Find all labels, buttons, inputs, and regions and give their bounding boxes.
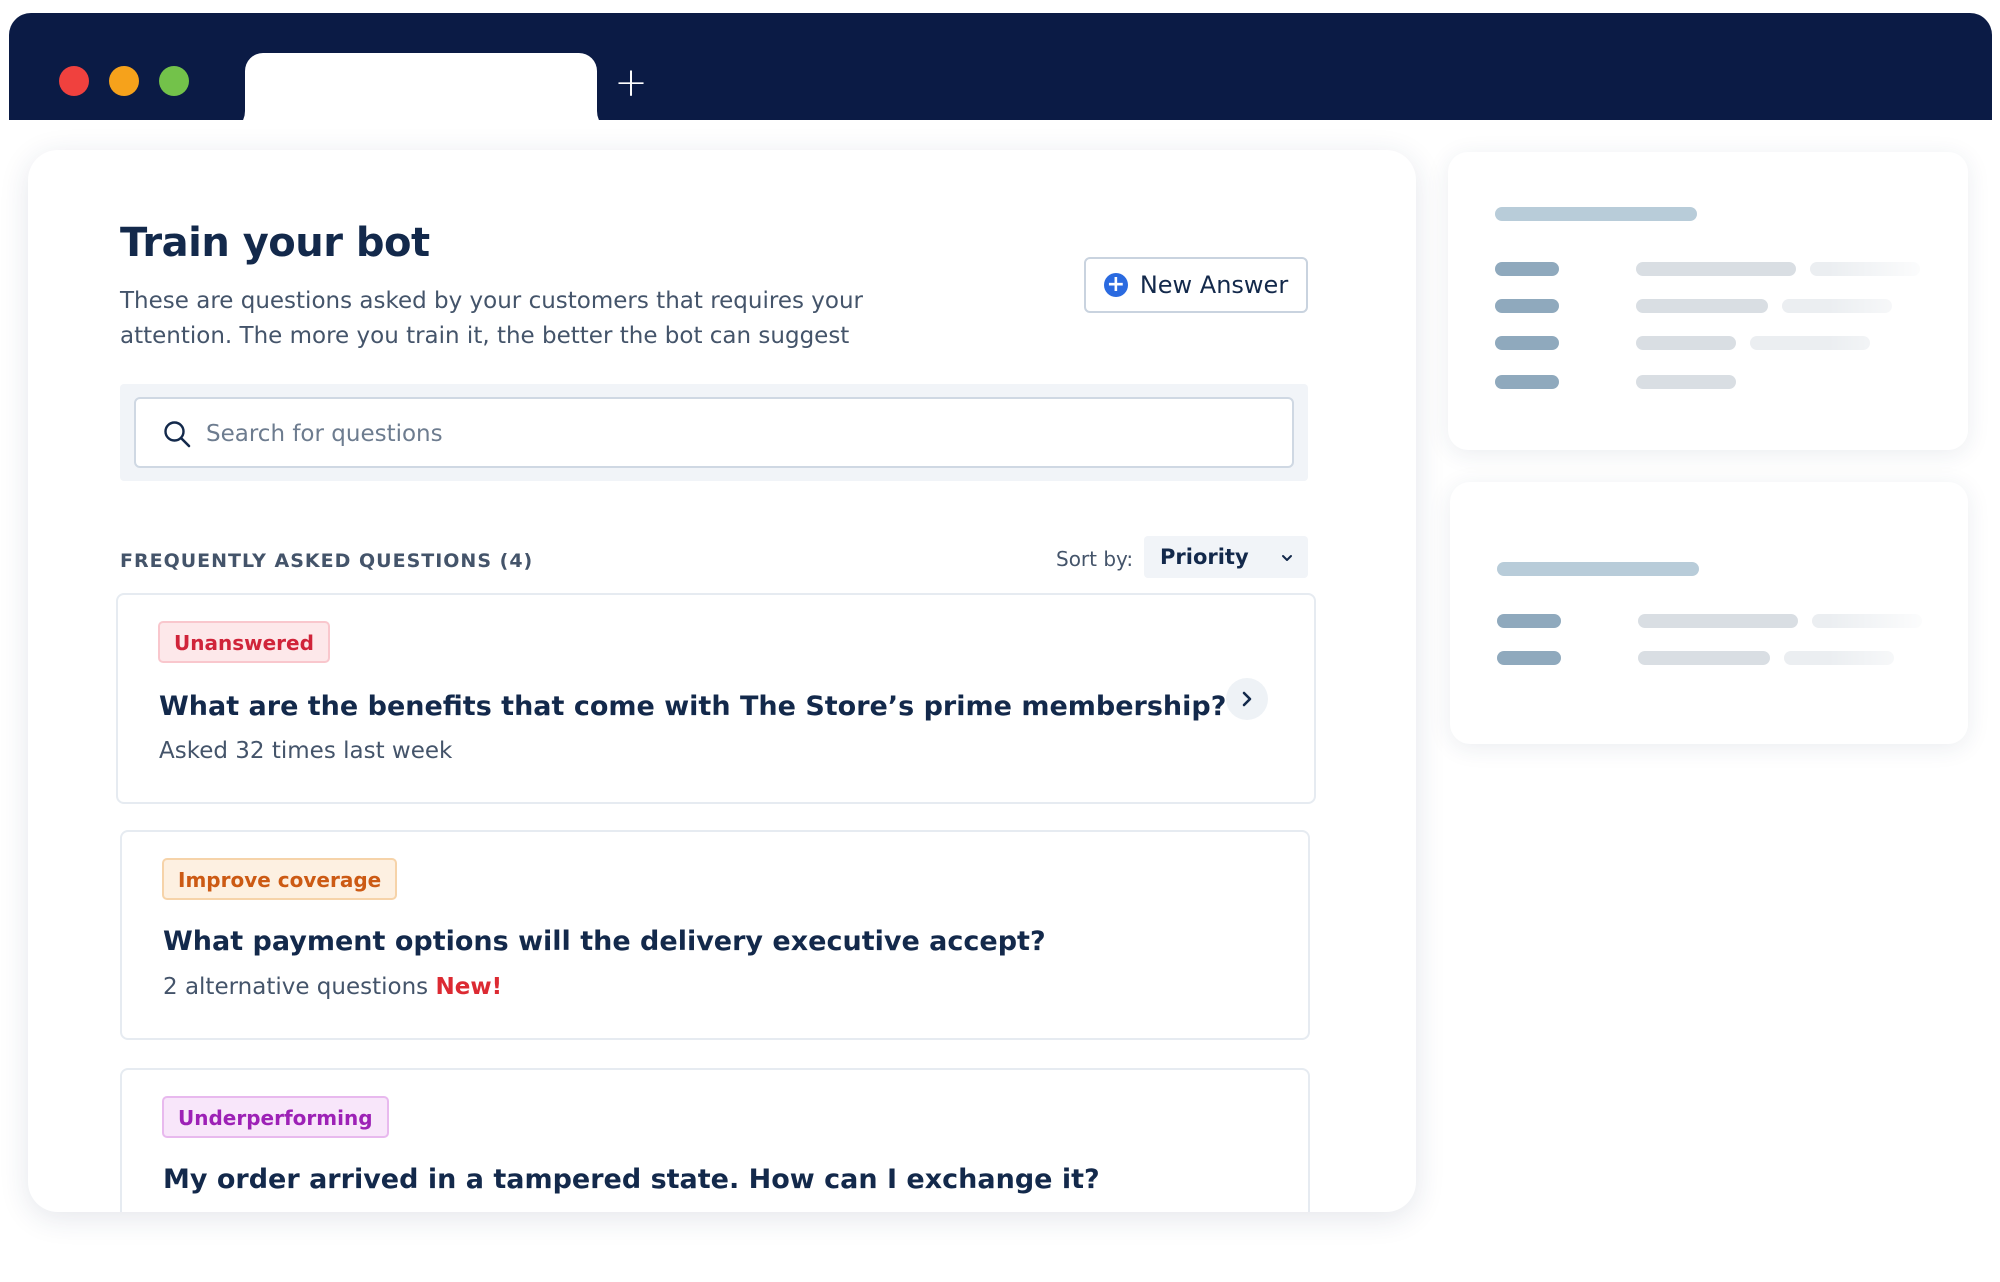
fade-overlay: [1828, 152, 1968, 450]
question-meta: 2 alternative questions New!: [163, 974, 502, 1000]
minimize-window-button[interactable]: [109, 66, 139, 96]
maximize-window-button[interactable]: [159, 66, 189, 96]
skeleton-value: [1638, 614, 1798, 628]
skeleton-value: [1636, 262, 1796, 276]
status-badge: Underperforming: [162, 1096, 389, 1138]
question-title: What payment options will the delivery e…: [163, 926, 1046, 957]
skeleton-value: [1636, 375, 1736, 389]
browser-tab-active[interactable]: [245, 53, 597, 133]
skeleton-heading: [1497, 562, 1699, 576]
alternative-questions-count: 2 alternative questions: [163, 974, 429, 1000]
new-answer-button[interactable]: + New Answer: [1084, 257, 1308, 313]
browser-titlebar: +: [9, 13, 1992, 133]
page-description: These are questions asked by your custom…: [120, 288, 863, 349]
skeleton-panel-top: [1448, 152, 1968, 450]
status-badge: Improve coverage: [162, 858, 398, 900]
new-answer-label: New Answer: [1139, 271, 1289, 299]
skeleton-heading: [1495, 207, 1697, 221]
fade-overlay: [1828, 482, 1968, 744]
question-title: My order arrived in a tampered state. Ho…: [163, 1164, 1100, 1195]
faq-section-header: FREQUENTLY ASKED QUESTIONS (4): [120, 550, 534, 572]
page-title: Train your bot: [120, 220, 430, 266]
chevron-down-icon: [1282, 555, 1292, 561]
skeleton-value: [1638, 651, 1770, 665]
skeleton-value: [1636, 299, 1768, 313]
sort-dropdown[interactable]: Priority: [1144, 536, 1308, 578]
train-bot-card: Train your bot These are questions asked…: [28, 150, 1416, 1212]
question-card[interactable]: Underperforming My order arrived in a ta…: [120, 1068, 1310, 1212]
skeleton-panel-bottom: [1450, 482, 1968, 744]
sort-label: Sort by:: [1056, 547, 1134, 571]
search-input[interactable]: [204, 409, 1268, 459]
status-badge: Unanswered: [158, 621, 330, 663]
search-container: [120, 384, 1308, 481]
new-tab-button[interactable]: +: [613, 63, 649, 103]
question-title: What are the benefits that come with The…: [159, 691, 1227, 722]
question-meta: Asked 32 times last week: [159, 738, 453, 764]
question-card[interactable]: Improve coverage What payment options wi…: [120, 830, 1310, 1040]
search-icon: [164, 421, 191, 448]
chevron-right-icon: [1242, 691, 1252, 707]
skeleton-key: [1495, 262, 1559, 276]
close-window-button[interactable]: [59, 66, 89, 96]
skeleton-value: [1636, 336, 1736, 350]
skeleton-key: [1497, 614, 1561, 628]
plus-circle-icon: +: [1103, 273, 1128, 297]
new-flag: New!: [435, 974, 503, 1000]
skeleton-key: [1495, 375, 1559, 389]
skeleton-key: [1495, 299, 1559, 313]
search-box[interactable]: [134, 397, 1294, 468]
question-card[interactable]: Unanswered What are the benefits that co…: [116, 593, 1316, 804]
sort-selected-value: Priority: [1160, 545, 1249, 569]
open-question-button[interactable]: [1226, 678, 1268, 720]
skeleton-key: [1497, 651, 1561, 665]
skeleton-key: [1495, 336, 1559, 350]
